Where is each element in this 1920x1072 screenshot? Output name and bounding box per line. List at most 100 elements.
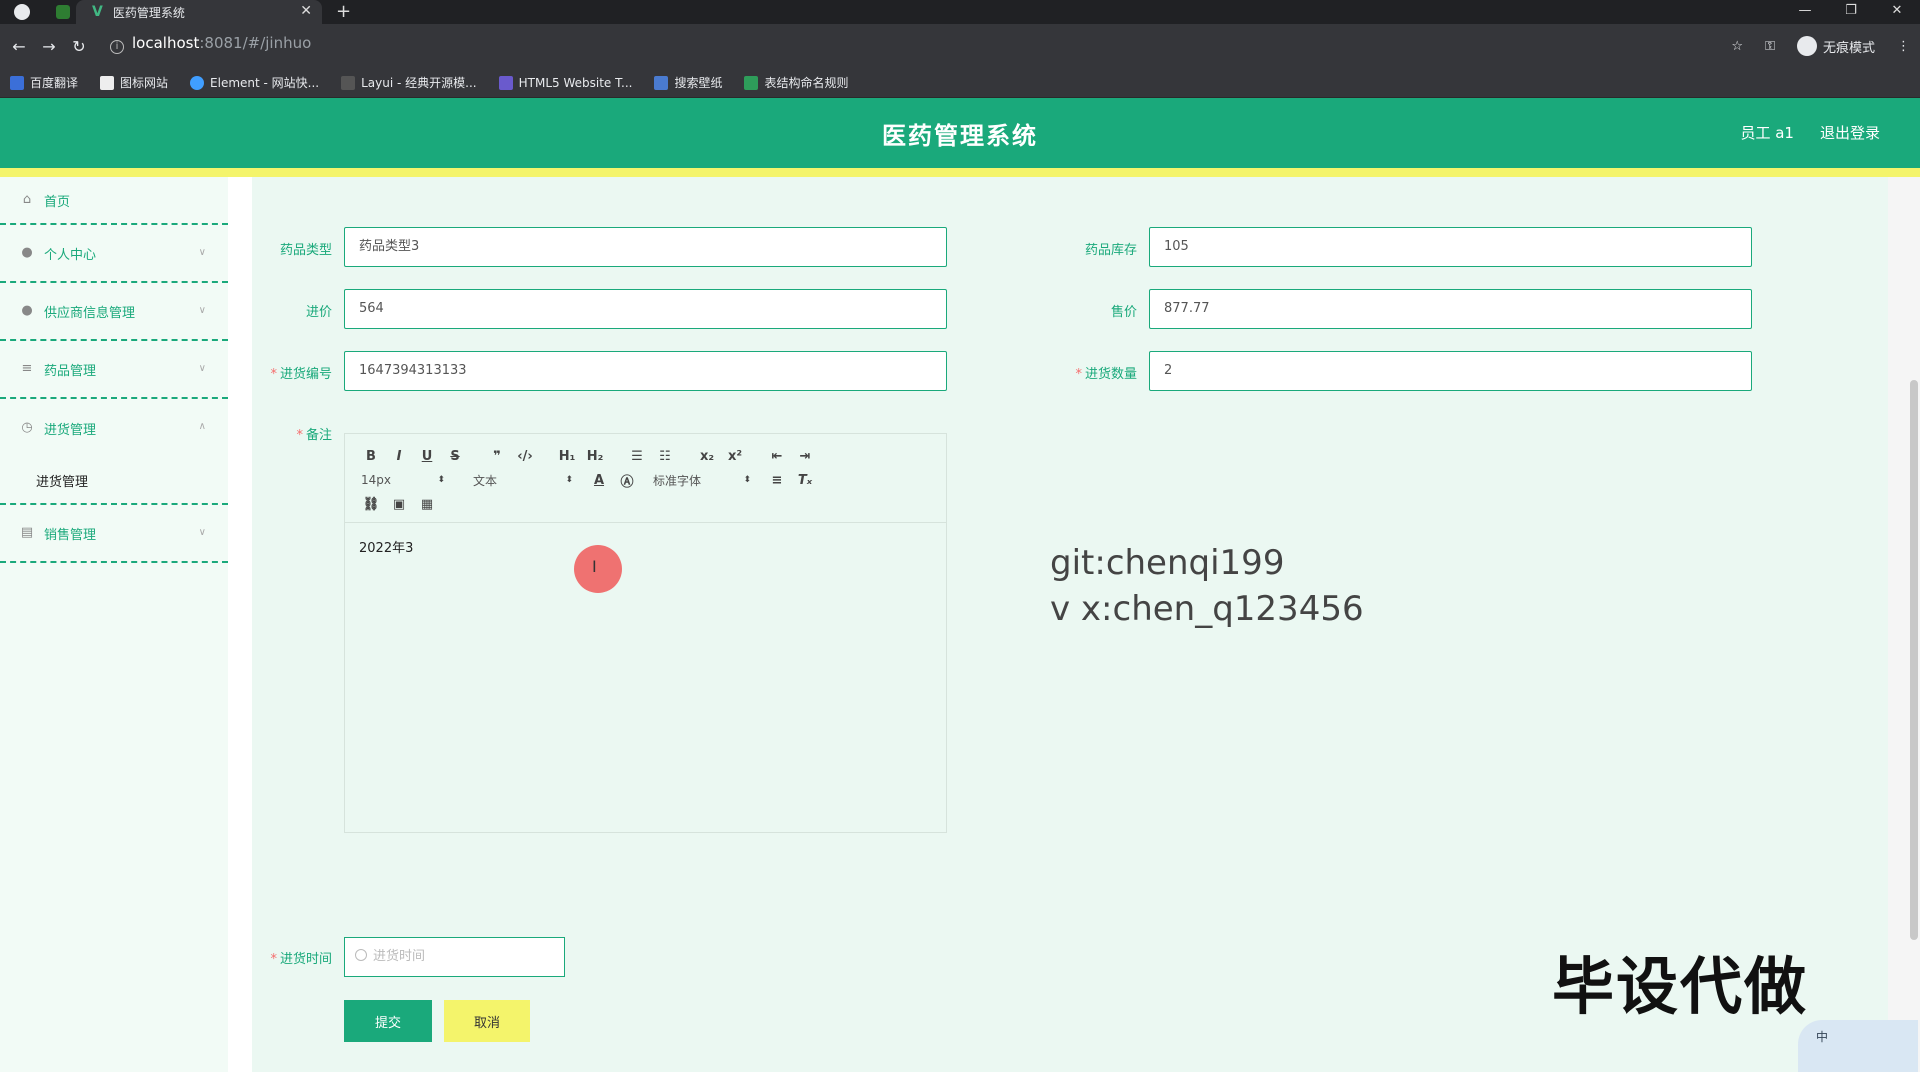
layui-icon [341,75,356,90]
required-mark: * [270,367,277,382]
sidebar-item-label: 进货管理 [44,422,97,438]
sidebar-item-label: 首页 [44,194,71,210]
tab-favicon-icon[interactable] [56,5,70,19]
block-format-select[interactable]: 文本 ⬍ [473,472,573,489]
site-info-icon[interactable]: i [110,40,124,54]
heading2-icon[interactable]: H₂ [581,449,609,464]
ordered-list-icon[interactable]: ☰ [623,449,651,464]
purchase-price-field[interactable]: 564 [344,289,947,329]
strike-icon[interactable]: S [441,449,469,464]
close-window-icon[interactable]: ✕ [1874,0,1920,24]
bookmark-item[interactable]: Element - 网站快... [190,74,319,91]
bookmark-item[interactable]: 百度翻译 [10,74,78,91]
app-header: 医药管理系统 员工 a1 退出登录 [0,98,1920,168]
incognito-label: 无痕模式 [1822,40,1875,56]
clock-icon [355,949,367,961]
outdent-icon[interactable]: ⇤ [763,449,791,464]
sale-price-field[interactable]: 877.77 [1149,289,1752,329]
overlay-banner: 毕设代做 [1552,950,1809,1023]
bullet-list-icon[interactable]: ☷ [651,449,679,464]
underline-icon[interactable]: U [413,449,441,464]
indent-icon[interactable]: ⇥ [791,449,819,464]
close-tab-icon[interactable]: ✕ [300,3,312,19]
background-color-icon[interactable]: Ⓐ [613,471,641,490]
stock-field[interactable]: 105 [1149,227,1752,267]
cancel-button[interactable]: 取消 [444,1000,530,1042]
bookmark-item[interactable]: 搜索壁纸 [654,74,722,91]
align-icon[interactable]: ≡ [763,473,791,488]
sidebar-subitem-purchases[interactable]: 进货管理 [0,457,228,505]
scrollbar-thumb[interactable] [1910,380,1918,940]
sidebar-item-purchases[interactable]: ◷ 进货管理 ∧ [0,399,228,457]
bookmark-item[interactable]: HTML5 Website T... [498,75,632,90]
submit-button[interactable]: 提交 [344,1000,432,1042]
blockquote-icon[interactable]: ❞ [483,449,511,464]
url-field[interactable]: i localhost:8081/#/jinhuo [110,34,311,54]
incognito-icon [1796,36,1817,56]
stock-label: 药品库存 [1084,243,1137,258]
bookmark-item[interactable]: Layui - 经典开源模... [341,74,477,91]
restore-icon[interactable]: ❐ [1828,0,1874,24]
superscript-icon[interactable]: x² [721,449,749,464]
font-size-select[interactable]: 14px ⬍ [361,473,445,487]
reload-icon[interactable]: ↻ [64,37,94,56]
sale-price-label: 售价 [1110,305,1137,320]
quantity-field[interactable]: 2 [1149,351,1752,391]
purchase-time-picker[interactable]: 进货时间 [344,937,565,977]
bookmark-item[interactable]: 表结构命名规则 [744,74,848,91]
purchase-no-field[interactable]: 1647394313133 [344,351,947,391]
current-user: 员工 a1 [1740,124,1794,142]
font-color-icon[interactable]: A [585,473,613,488]
logout-link[interactable]: 退出登录 [1820,122,1880,143]
bookmark-item[interactable]: 图标网站 [100,74,168,91]
bold-icon[interactable]: B [357,449,385,464]
italic-icon[interactable]: I [385,449,413,464]
rich-text-editor: B I U S ❞ ‹/› H₁ H₂ ☰ ☷ x₂ x² ⇤ ⇥ 14px ⬍ … [344,433,947,833]
video-icon[interactable]: ▦ [413,497,441,512]
forward-icon[interactable]: → [34,37,64,56]
purchase-no-label: * 进货编号 [270,367,332,382]
incognito-profile[interactable]: 无痕模式 [1796,36,1875,56]
link-icon[interactable]: ⛓ [357,497,385,512]
url-path: :8081/#/jinhuo [199,34,312,52]
image-icon[interactable]: ▣ [385,497,413,512]
key-icon[interactable]: ⚿ [1765,39,1775,54]
new-tab-icon[interactable]: + [336,0,351,24]
overlay-line-2: v x:chen_q123456 [1050,589,1364,629]
vue-logo-icon: V [92,4,103,20]
sidebar-item-sales[interactable]: ▤ 销售管理 ∨ [0,505,228,563]
bookmark-star-icon[interactable]: ☆ [1731,39,1743,54]
sidebar-item-label: 药品管理 [44,363,97,379]
sidebar-item-profile[interactable]: ● 个人中心 ∨ [0,225,228,283]
subscript-icon[interactable]: x₂ [693,449,721,464]
sidebar-item-home[interactable]: ⌂ 首页 [0,177,228,225]
drug-type-field[interactable]: 药品类型3 [344,227,947,267]
translate-icon [10,75,24,90]
tab-title: 医药管理系统 [112,5,185,20]
code-icon[interactable]: ‹/› [511,449,539,464]
window-controls: — ❐ ✕ [1782,0,1920,24]
sidebar-item-label: 个人中心 [44,247,97,263]
required-mark: * [296,428,303,443]
sidebar-item-suppliers[interactable]: ● 供应商信息管理 ∨ [0,283,228,341]
select-caret-icon: ⬍ [565,475,573,485]
purchase-time-label: * 进货时间 [270,952,332,967]
sidebar-item-drugs[interactable]: ≡ 药品管理 ∨ [0,341,228,399]
browser-icon [14,4,30,20]
heading1-icon[interactable]: H₁ [553,449,581,464]
menu-list-icon: ≡ [21,361,33,376]
minimize-icon[interactable]: — [1782,0,1828,24]
clear-format-icon[interactable]: Tₓ [791,473,819,488]
back-icon[interactable]: ← [4,37,34,56]
overlay-line-1: git:chenqi199 [1050,543,1285,583]
browser-tab-active[interactable]: V 医药管理系统 ✕ [76,0,322,24]
sheet-icon [744,75,759,90]
clock-icon: ◷ [21,420,33,435]
browser-tabbar: V 医药管理系统 ✕ + — ❐ ✕ [0,0,1920,24]
menu-kebab-icon[interactable]: ⋮ [1897,39,1910,54]
sidebar-subitem-label: 进货管理 [36,474,89,490]
ime-widget[interactable]: 中 [1798,1020,1918,1072]
editor-content[interactable]: 2022年3 [345,523,946,570]
text-cursor-icon: I [592,557,597,576]
font-family-select[interactable]: 标准字体 ⬍ [653,472,751,489]
